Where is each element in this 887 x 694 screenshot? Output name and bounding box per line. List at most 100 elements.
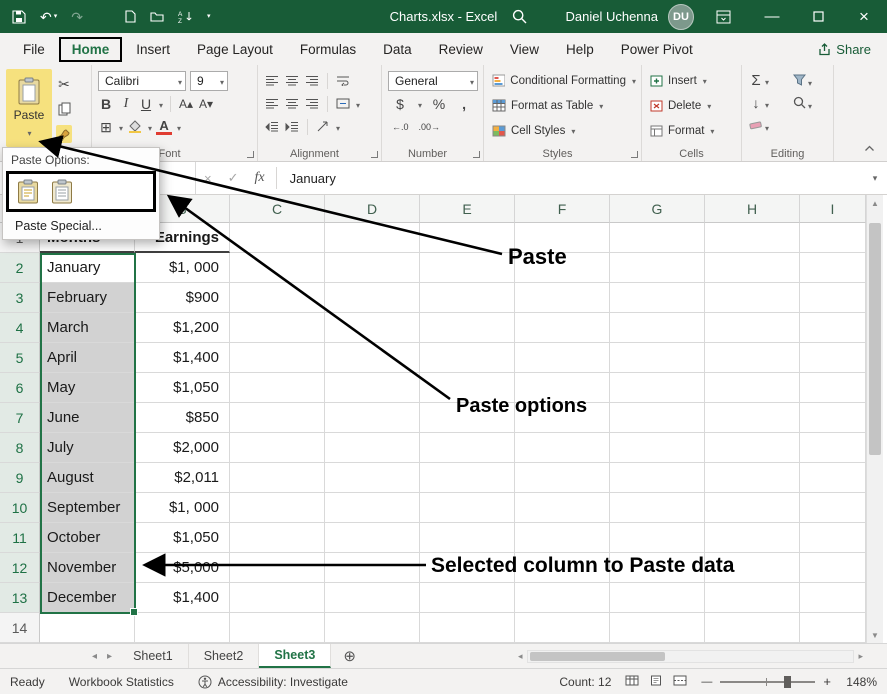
row-header-5[interactable]: 5 — [0, 343, 40, 373]
copy-icon[interactable] — [56, 100, 72, 118]
cell-g13[interactable] — [610, 583, 705, 613]
cell-c11[interactable] — [230, 523, 325, 553]
cell-d13[interactable] — [325, 583, 420, 613]
cell-i12[interactable] — [800, 553, 866, 583]
close-button[interactable]: × — [841, 0, 887, 33]
cell-c12[interactable] — [230, 553, 325, 583]
font-size-select[interactable]: 9 — [190, 71, 228, 91]
autosum-icon[interactable]: Σ — [748, 71, 764, 89]
align-middle-icon[interactable] — [284, 72, 300, 90]
horizontal-scrollbar-thumb[interactable] — [530, 652, 665, 661]
align-top-icon[interactable] — [264, 72, 280, 90]
user-name[interactable]: Daniel Uchenna — [565, 9, 658, 24]
cell-f12[interactable] — [515, 553, 610, 583]
styles-dialog-launcher[interactable] — [631, 151, 638, 158]
format-as-table-button[interactable]: Format as Table — [490, 94, 636, 117]
comma-style-icon[interactable]: , — [456, 95, 472, 113]
cell-h3[interactable] — [705, 283, 800, 313]
zoom-slider[interactable] — [720, 681, 815, 683]
chevron-down-icon[interactable] — [118, 118, 123, 136]
cell-g2[interactable] — [610, 253, 705, 283]
insert-function-icon[interactable]: fx — [255, 170, 265, 186]
cell-f9[interactable] — [515, 463, 610, 493]
chevron-down-icon[interactable] — [176, 118, 181, 136]
cell-h2[interactable] — [705, 253, 800, 283]
ribbon-tab-power-pivot[interactable]: Power Pivot — [608, 37, 706, 62]
column-header-e[interactable]: E — [420, 195, 515, 223]
row-header-2[interactable]: 2 — [0, 253, 40, 283]
cell-h1[interactable] — [705, 223, 800, 253]
paste-button[interactable]: Paste — [6, 69, 52, 147]
cell-b3[interactable]: $900 — [135, 283, 230, 313]
cell-e6[interactable] — [420, 373, 515, 403]
cell-i7[interactable] — [800, 403, 866, 433]
delete-cells-button[interactable]: Delete — [648, 94, 736, 117]
cell-a10[interactable]: September — [40, 493, 135, 523]
clear-eraser-icon[interactable] — [748, 117, 764, 135]
cell-h11[interactable] — [705, 523, 800, 553]
page-layout-view-icon[interactable] — [649, 675, 663, 689]
align-left-icon[interactable] — [264, 95, 280, 113]
ribbon-tab-view[interactable]: View — [497, 37, 552, 62]
cell-h5[interactable] — [705, 343, 800, 373]
row-header-7[interactable]: 7 — [0, 403, 40, 433]
qat-customize-chevron-icon[interactable]: ▾ — [207, 13, 211, 20]
cell-f4[interactable] — [515, 313, 610, 343]
cell-g14[interactable] — [610, 613, 705, 643]
cell-a5[interactable]: April — [40, 343, 135, 373]
cell-h8[interactable] — [705, 433, 800, 463]
number-dialog-launcher[interactable] — [473, 151, 480, 158]
cell-e3[interactable] — [420, 283, 515, 313]
cell-f6[interactable] — [515, 373, 610, 403]
row-header-13[interactable]: 13 — [0, 583, 40, 613]
decrease-indent-icon[interactable] — [264, 118, 280, 136]
ribbon-display-options-icon[interactable] — [716, 10, 731, 24]
italic-button[interactable]: I — [118, 95, 134, 113]
cell-c2[interactable] — [230, 253, 325, 283]
grow-font-button[interactable]: A▴ — [178, 95, 194, 113]
chevron-down-icon[interactable] — [417, 95, 422, 113]
cell-h7[interactable] — [705, 403, 800, 433]
cell-c5[interactable] — [230, 343, 325, 373]
cell-i2[interactable] — [800, 253, 866, 283]
cell-b10[interactable]: $1, 000 — [135, 493, 230, 523]
share-button[interactable]: Share — [818, 42, 871, 57]
cell-c10[interactable] — [230, 493, 325, 523]
format-painter-icon[interactable] — [56, 125, 72, 143]
cell-g1[interactable] — [610, 223, 705, 253]
horizontal-scrollbar[interactable]: ◂ ▸ — [518, 644, 863, 668]
cell-a11[interactable]: October — [40, 523, 135, 553]
column-header-i[interactable]: I — [800, 195, 866, 223]
format-cells-button[interactable]: Format — [648, 120, 736, 143]
sheet-tab-sheet3[interactable]: Sheet3 — [259, 644, 331, 668]
ribbon-tab-formulas[interactable]: Formulas — [287, 37, 369, 62]
cell-g12[interactable] — [610, 553, 705, 583]
cell-c3[interactable] — [230, 283, 325, 313]
decrease-decimal-icon[interactable]: .00→ — [419, 122, 441, 132]
cell-i3[interactable] — [800, 283, 866, 313]
cell-d9[interactable] — [325, 463, 420, 493]
cell-a12[interactable]: November — [40, 553, 135, 583]
cell-a8[interactable]: July — [40, 433, 135, 463]
collapse-ribbon-icon[interactable] — [864, 139, 875, 157]
cell-e1[interactable] — [420, 223, 515, 253]
cell-c9[interactable] — [230, 463, 325, 493]
cell-i10[interactable] — [800, 493, 866, 523]
cell-d3[interactable] — [325, 283, 420, 313]
align-center-icon[interactable] — [284, 95, 300, 113]
cell-d12[interactable] — [325, 553, 420, 583]
cell-d10[interactable] — [325, 493, 420, 523]
find-select-icon[interactable] — [791, 93, 807, 111]
cell-e10[interactable] — [420, 493, 515, 523]
cell-f14[interactable] — [515, 613, 610, 643]
cell-h9[interactable] — [705, 463, 800, 493]
search-icon[interactable] — [512, 9, 527, 24]
cell-f10[interactable] — [515, 493, 610, 523]
cell-i6[interactable] — [800, 373, 866, 403]
scroll-up-icon[interactable]: ▲ — [867, 195, 883, 211]
row-header-9[interactable]: 9 — [0, 463, 40, 493]
avatar[interactable]: DU — [668, 4, 694, 30]
cell-g7[interactable] — [610, 403, 705, 433]
cell-b9[interactable]: $2,011 — [135, 463, 230, 493]
cell-a2[interactable]: January — [40, 253, 135, 283]
